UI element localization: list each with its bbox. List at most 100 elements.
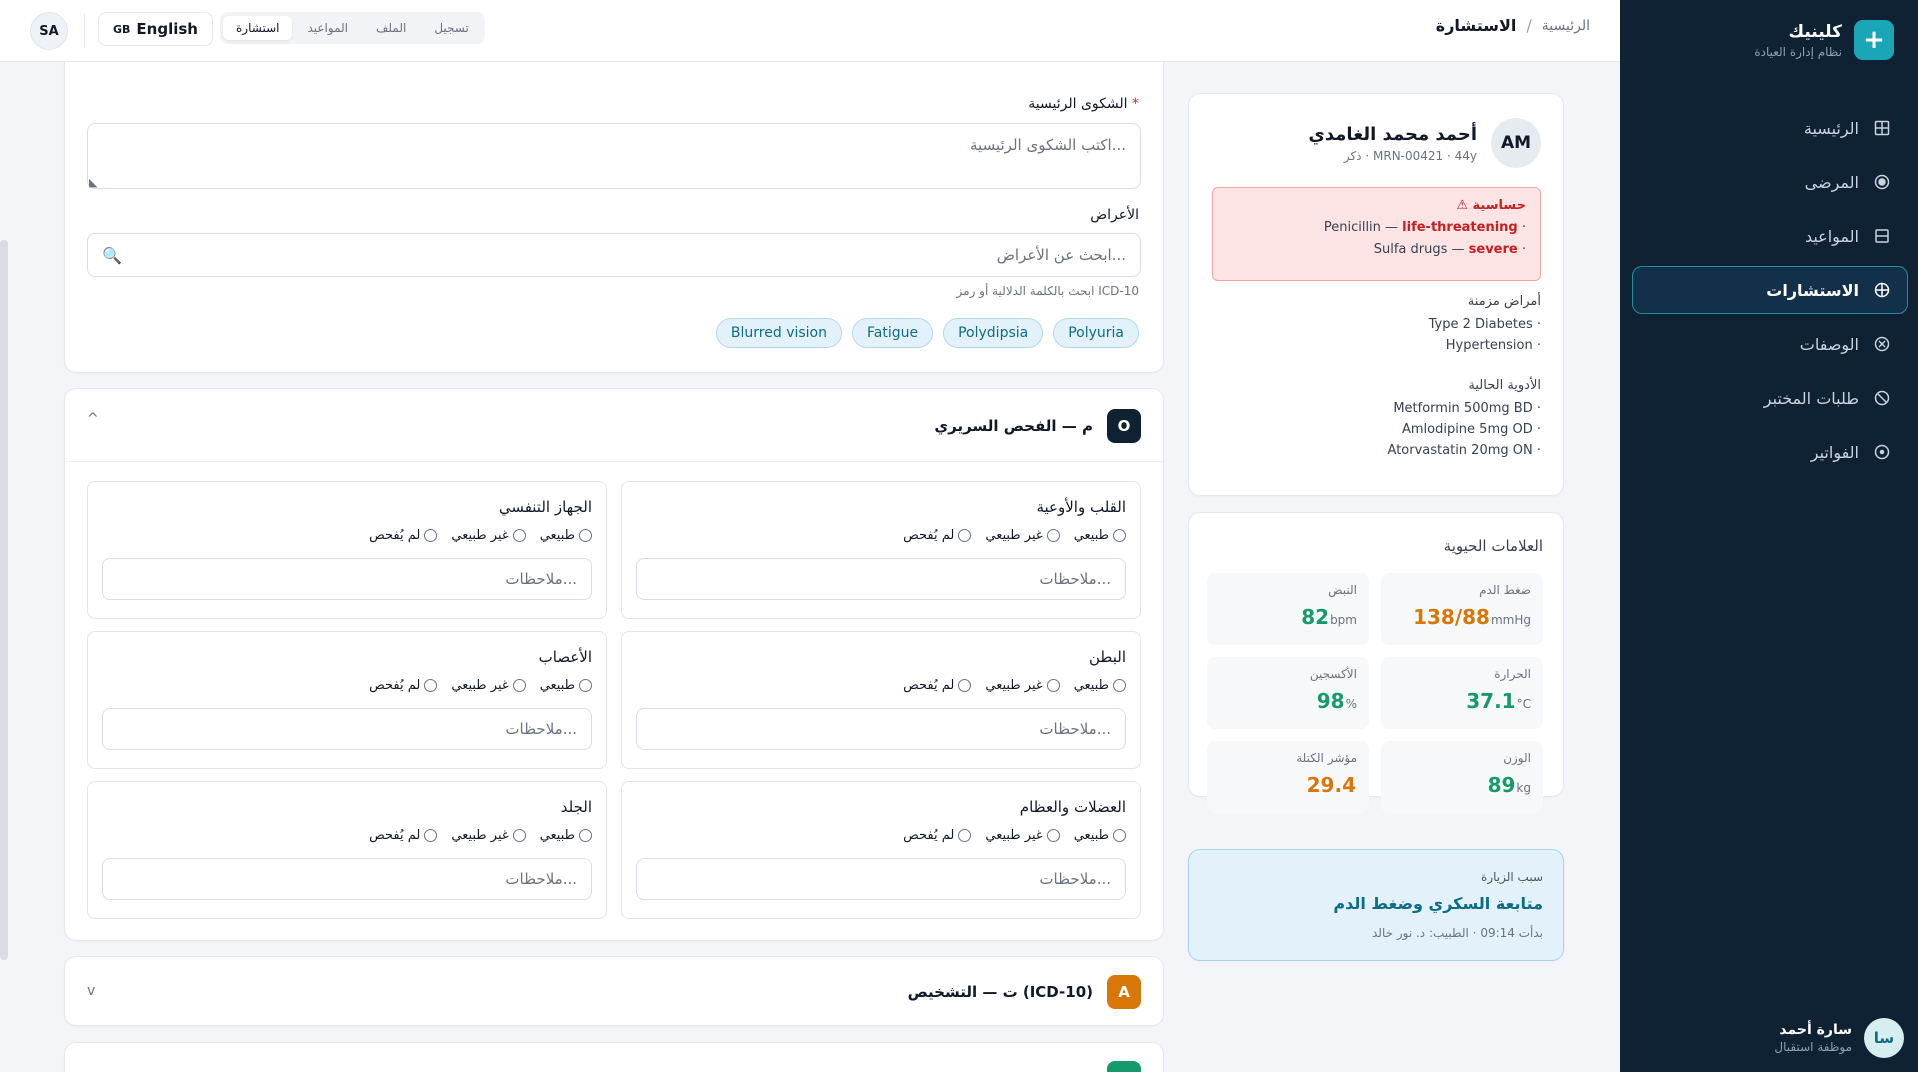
avatar: AM <box>1491 118 1541 168</box>
vital-temperature: الحرارة 37.1°C <box>1381 657 1543 729</box>
chief-complaint-input[interactable]: اكتب الشكوى الرئيسية... <box>87 123 1141 189</box>
exam-system-neuro: الأعصاب طبيعي غير طبيعي لم يُفحص ملاحظات… <box>87 631 607 769</box>
calendar-icon <box>1873 227 1891 245</box>
sidebar-item-patients[interactable]: المرضى <box>1632 158 1908 206</box>
breadcrumb-home[interactable]: الرئيسية <box>1542 18 1590 34</box>
tab-profile[interactable]: الملف <box>363 16 419 40</box>
breadcrumb: الرئيسية / الاستشارة <box>1436 16 1590 35</box>
section-title: م — الفحص السريري <box>934 417 1093 435</box>
section-letter-badge: A <box>1107 975 1141 1009</box>
brand[interactable]: + كلينيك نظام إدارة العيادة <box>1754 20 1894 60</box>
sidebar-item-billing[interactable]: الفواتير <box>1632 428 1908 476</box>
notes-input[interactable]: ملاحظات... <box>102 708 592 750</box>
sidebar-item-home[interactable]: الرئيسية <box>1632 104 1908 152</box>
diagnosis-section[interactable]: A ت — التشخيص (ICD-10) v <box>64 956 1164 1026</box>
vitals-card: العلامات الحيوية ضغط الدم 138/88mmHg الن… <box>1188 512 1564 813</box>
exam-radio-group: طبيعي غير طبيعي لم يُفحص <box>903 528 1126 543</box>
sidebar-item-label: المواعيد <box>1804 226 1859 246</box>
notes-input[interactable]: ملاحظات... <box>102 858 592 900</box>
symptom-chips: Polyuria Polydipsia Fatigue Blurred visi… <box>715 318 1139 348</box>
notes-input[interactable]: ملاحظات... <box>636 858 1126 900</box>
radio-abnormal[interactable]: غير طبيعي <box>451 828 526 843</box>
sidebar-item-appointments[interactable]: المواعيد <box>1632 212 1908 260</box>
vital-blood-pressure: ضغط الدم 138/88mmHg <box>1381 573 1543 645</box>
tab-consultation[interactable]: استشارة <box>223 16 293 40</box>
visit-meta: بدأت 09:14 · الطبيب: د. نور خالد <box>1372 926 1543 940</box>
symptom-chip[interactable]: Polydipsia <box>943 318 1044 348</box>
allergy-alert: ⚠ حساسية Penicillin — life-threatening ·… <box>1212 187 1541 281</box>
sidebar-item-label: الاستشارات <box>1766 280 1859 300</box>
radio-not-examined[interactable]: لم يُفحص <box>903 678 972 693</box>
list-item: Type 2 Diabetes · <box>1428 317 1541 332</box>
radio-abnormal[interactable]: غير طبيعي <box>985 828 1060 843</box>
chevron-down-icon[interactable]: v <box>87 983 95 999</box>
exam-radio-group: طبيعي غير طبيعي لم يُفحص <box>903 828 1126 843</box>
symptom-chip[interactable]: Fatigue <box>852 318 934 348</box>
symptoms-search-input[interactable]: 🔍 ابحث عن الأعراض... <box>87 233 1141 277</box>
search-icon: 🔍 <box>102 246 122 265</box>
notes-input[interactable]: ملاحظات... <box>636 558 1126 600</box>
exam-system-cardio: القلب والأوعية طبيعي غير طبيعي لم يُفحص … <box>621 481 1141 619</box>
sidebar-item-lab-requests[interactable]: طلبات المختبر <box>1632 374 1908 422</box>
radio-not-examined[interactable]: لم يُفحص <box>369 828 438 843</box>
sidebar-item-label: الفواتير <box>1810 442 1859 462</box>
patient-card: AM أحمد محمد الغامدي ذكر · MRN-00421 · 4… <box>1188 93 1564 496</box>
notes-input[interactable]: ملاحظات... <box>102 558 592 600</box>
radio-abnormal[interactable]: غير طبيعي <box>451 678 526 693</box>
radio-abnormal[interactable]: غير طبيعي <box>985 678 1060 693</box>
allergy-item: Penicillin — life-threatening · <box>1323 220 1526 235</box>
tab-appointments[interactable]: المواعيد <box>294 16 361 40</box>
scrollbar[interactable] <box>0 240 8 960</box>
radio-not-examined[interactable]: لم يُفحص <box>903 528 972 543</box>
sidebar-item-label: طلبات المختبر <box>1763 388 1859 408</box>
user-badge[interactable]: SA <box>30 12 68 50</box>
plus-logo-icon: + <box>1854 20 1894 60</box>
vital-bmi: مؤشر الكتلة 29.4 <box>1207 741 1369 813</box>
radio-normal[interactable]: طبيعي <box>1074 828 1126 843</box>
visit-reason-card: سبب الزيارة متابعة السكري وضغط الدم بدأت… <box>1188 849 1564 961</box>
radio-normal[interactable]: طبيعي <box>540 828 592 843</box>
view-tabs: تسجيل الملف المواعيد استشارة <box>220 12 485 44</box>
exam-system-abdomen: البطن طبيعي غير طبيعي لم يُفحص ملاحظات..… <box>621 631 1141 769</box>
chief-complaint-label: الشكوى الرئيسية * <box>1028 96 1139 112</box>
radio-normal[interactable]: طبيعي <box>540 678 592 693</box>
radio-abnormal[interactable]: غير طبيعي <box>985 528 1060 543</box>
allergy-title: ⚠ حساسية <box>1456 198 1526 213</box>
grid-icon <box>1873 119 1891 137</box>
radio-not-examined[interactable]: لم يُفحص <box>369 678 438 693</box>
sidebar-item-label: المرضى <box>1804 172 1859 192</box>
sidebar-item-prescriptions[interactable]: الوصفات <box>1632 320 1908 368</box>
plan-section[interactable] <box>64 1042 1164 1072</box>
brand-subtitle: نظام إدارة العيادة <box>1754 44 1842 59</box>
radio-normal[interactable]: طبيعي <box>1074 528 1126 543</box>
radio-normal[interactable]: طبيعي <box>1074 678 1126 693</box>
exam-header[interactable]: O م — الفحص السريري <box>934 409 1141 443</box>
radio-not-examined[interactable]: لم يُفحص <box>369 528 438 543</box>
exam-radio-group: طبيعي غير طبيعي لم يُفحص <box>369 828 592 843</box>
current-medications: الأدوية الحالية Metformin 500mg BD · Aml… <box>1211 378 1541 464</box>
exam-section: O م — الفحص السريري ^ القلب والأوعية طبي… <box>64 388 1164 941</box>
diagnosis-header[interactable]: A ت — التشخيص (ICD-10) <box>908 975 1141 1009</box>
list-item: Metformin 500mg BD · <box>1393 401 1541 416</box>
tab-registration[interactable]: تسجيل <box>421 16 482 40</box>
language-toggle-button[interactable]: GB English <box>98 12 213 46</box>
symptom-chip[interactable]: Polyuria <box>1053 318 1139 348</box>
prescription-icon <box>1873 335 1891 353</box>
notes-input[interactable]: ملاحظات... <box>636 708 1126 750</box>
chevron-up-icon[interactable]: ^ <box>87 411 99 427</box>
list-item: Amlodipine 5mg OD · <box>1401 422 1541 437</box>
vitals-grid: ضغط الدم 138/88mmHg النبض 82bpm الحرارة … <box>1207 573 1543 813</box>
lab-icon <box>1873 389 1891 407</box>
current-user[interactable]: سا سارة أحمد موظفة استقبال <box>1774 1018 1904 1058</box>
exam-system-skin: الجلد طبيعي غير طبيعي لم يُفحص ملاحظات..… <box>87 781 607 919</box>
radio-abnormal[interactable]: غير طبيعي <box>451 528 526 543</box>
billing-icon <box>1873 443 1891 461</box>
brand-title: كلينيك <box>1788 21 1842 42</box>
sidebar-item-consultations[interactable]: الاستشارات <box>1632 266 1908 314</box>
patients-icon <box>1873 173 1891 191</box>
breadcrumb-current: الاستشارة <box>1435 16 1517 35</box>
symptom-chip[interactable]: Blurred vision <box>715 318 842 348</box>
sidebar: + كلينيك نظام إدارة العيادة الرئيسية الم… <box>1620 0 1918 1072</box>
radio-normal[interactable]: طبيعي <box>540 528 592 543</box>
radio-not-examined[interactable]: لم يُفحص <box>903 828 972 843</box>
